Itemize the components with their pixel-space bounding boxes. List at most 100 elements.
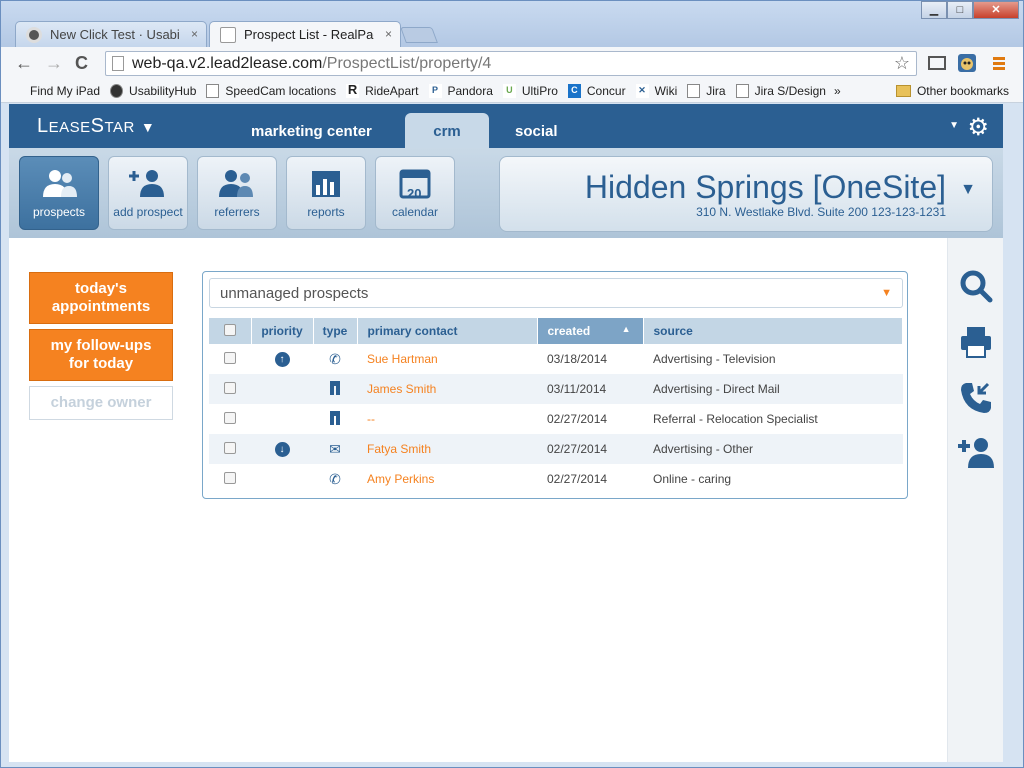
- c-icon: C: [567, 83, 581, 98]
- referrers-label: referrers: [214, 205, 260, 219]
- table-row[interactable]: ↓ ✉ Fatya Smith 02/27/2014 Advertising -…: [209, 434, 903, 464]
- page-icon: [735, 83, 749, 98]
- contact-link[interactable]: Amy Perkins: [367, 472, 434, 486]
- bookmark-ultipro[interactable]: U UltiPro: [502, 83, 558, 98]
- page-icon: [206, 83, 220, 98]
- bookmark-wiki[interactable]: ✕ Wiki: [635, 83, 678, 98]
- walk-in-icon: [330, 380, 340, 395]
- chevron-down-icon[interactable]: ▼: [949, 120, 959, 131]
- leasestar-logo[interactable]: LEASESTAR ▼: [37, 115, 155, 138]
- phone-incoming-icon[interactable]: [958, 380, 994, 416]
- bookmark-speedcam[interactable]: SpeedCam locations: [206, 83, 336, 98]
- priority-cell: [251, 464, 313, 494]
- maximize-button[interactable]: □: [947, 1, 973, 19]
- address-bar[interactable]: web-qa.v2.lead2lease.com /ProspectList/p…: [105, 51, 917, 76]
- chevron-down-icon[interactable]: ▼: [960, 181, 976, 199]
- printer-icon[interactable]: [958, 324, 994, 360]
- extension-owl-icon[interactable]: [957, 53, 977, 73]
- cast-icon[interactable]: [927, 53, 947, 73]
- reports-button[interactable]: reports: [286, 156, 366, 230]
- bookmark-jira[interactable]: Jira: [687, 83, 726, 98]
- header-primary-contact[interactable]: primary contact: [357, 318, 538, 344]
- type-cell: ✆: [313, 344, 357, 374]
- bookmark-concur[interactable]: C Concur: [567, 83, 626, 98]
- reload-icon[interactable]: C: [75, 53, 88, 74]
- header-created[interactable]: created ▲: [537, 318, 644, 344]
- table-row[interactable]: James Smith 03/11/2014 Advertising - Dir…: [209, 374, 903, 404]
- prospect-filter-select[interactable]: unmanaged prospects ▼: [209, 278, 903, 308]
- todays-appointments-button[interactable]: today's appointments: [29, 272, 173, 324]
- tab-close-icon[interactable]: ×: [191, 27, 198, 41]
- browser-tab-prospect-list[interactable]: Prospect List - RealPage Sc ×: [209, 21, 401, 47]
- gear-icon[interactable]: ⚙: [967, 113, 989, 142]
- logo-letters: TAR: [104, 119, 135, 136]
- bookmark-label: Concur: [586, 83, 626, 98]
- prospects-button[interactable]: prospects: [19, 156, 99, 230]
- table-row[interactable]: -- 02/27/2014 Referral - Relocation Spec…: [209, 404, 903, 434]
- window-controls: ▁ □ ✕: [921, 1, 1019, 19]
- referrers-icon: [219, 170, 253, 197]
- prospects-label: prospects: [32, 205, 86, 219]
- bookmark-usabilityhub[interactable]: UsabilityHub: [110, 83, 196, 98]
- change-owner-button[interactable]: change owner: [29, 386, 173, 420]
- referrers-button[interactable]: referrers: [197, 156, 277, 230]
- created-cell: 02/27/2014: [547, 472, 608, 486]
- row-checkbox[interactable]: [224, 411, 236, 424]
- back-arrow-icon[interactable]: ←: [15, 53, 33, 74]
- tab-social[interactable]: social: [515, 123, 558, 140]
- row-checkbox[interactable]: [224, 351, 236, 364]
- right-tool-bar: [947, 238, 1003, 762]
- calendar-button[interactable]: 20 calendar: [375, 156, 455, 230]
- row-checkbox[interactable]: [224, 441, 236, 454]
- bookmark-label: Jira: [706, 83, 726, 98]
- tab-title: New Click Test · Usabili: [50, 27, 180, 42]
- header-priority[interactable]: priority: [251, 318, 314, 344]
- row-checkbox-cell: [209, 464, 251, 494]
- bookmark-label: Wiki: [654, 83, 678, 98]
- source-cell: Advertising - Television: [653, 352, 776, 366]
- bookmark-star-icon[interactable]: ☆: [894, 53, 910, 74]
- other-bookmarks[interactable]: Other bookmarks: [895, 83, 1009, 98]
- bookmarks-bar: Find My iPad UsabilityHub SpeedCam locat…: [1, 79, 1023, 103]
- close-window-button[interactable]: ✕: [973, 1, 1019, 19]
- priority-cell: ↓: [251, 434, 313, 464]
- bookmark-rideapart[interactable]: R RideApart: [346, 83, 419, 98]
- search-icon[interactable]: [958, 268, 994, 304]
- table-row[interactable]: ↑ ✆ Sue Hartman 03/18/2014 Advertising -…: [209, 344, 903, 374]
- new-tab-button[interactable]: [400, 27, 438, 43]
- bookmark-label: Find My iPad: [30, 83, 101, 98]
- tab-marketing-center[interactable]: marketing center: [251, 123, 372, 140]
- select-all-checkbox[interactable]: [223, 323, 236, 336]
- chevron-down-icon: ▼: [881, 287, 892, 299]
- forward-arrow-icon[interactable]: →: [45, 53, 63, 74]
- header-type[interactable]: type: [313, 318, 358, 344]
- contact-link[interactable]: Sue Hartman: [367, 352, 438, 366]
- browser-tab-usabilityhub[interactable]: New Click Test · Usabili ×: [15, 21, 207, 47]
- contact-link[interactable]: Fatya Smith: [367, 442, 431, 456]
- bookmark-pandora[interactable]: P Pandora: [428, 83, 493, 98]
- bookmark-label: Pandora: [447, 83, 493, 98]
- add-person-icon[interactable]: [958, 434, 994, 470]
- row-checkbox[interactable]: [224, 471, 236, 484]
- url-path: /ProspectList/property/4: [322, 54, 492, 72]
- other-bookmarks-label: Other bookmarks: [916, 83, 1009, 98]
- tab-close-icon[interactable]: ×: [385, 27, 392, 41]
- menu-icon[interactable]: [989, 53, 1009, 73]
- bookmark-find-my-ipad[interactable]: Find My iPad: [11, 84, 100, 98]
- my-followups-button[interactable]: my follow-ups for today: [29, 329, 173, 381]
- property-selector[interactable]: Hidden Springs [OneSite] 310 N. Westlake…: [499, 156, 993, 232]
- minimize-button[interactable]: ▁: [921, 1, 947, 19]
- header-source[interactable]: source: [643, 318, 903, 344]
- x-icon: ✕: [635, 83, 649, 98]
- type-cell: ✉: [313, 434, 357, 464]
- row-checkbox-cell: [209, 344, 251, 374]
- table-row[interactable]: ✆ Amy Perkins 02/27/2014 Online - caring: [209, 464, 903, 494]
- bookmark-jira-sdesign[interactable]: Jira S/Design: [735, 83, 826, 98]
- contact-link[interactable]: --: [367, 412, 375, 426]
- contact-link[interactable]: James Smith: [367, 382, 436, 396]
- bookmarks-overflow-button[interactable]: »: [834, 84, 841, 98]
- tab-crm[interactable]: crm: [405, 113, 489, 148]
- row-checkbox[interactable]: [224, 381, 236, 394]
- created-cell: 02/27/2014: [547, 412, 608, 426]
- add-prospect-button[interactable]: add prospect: [108, 156, 188, 230]
